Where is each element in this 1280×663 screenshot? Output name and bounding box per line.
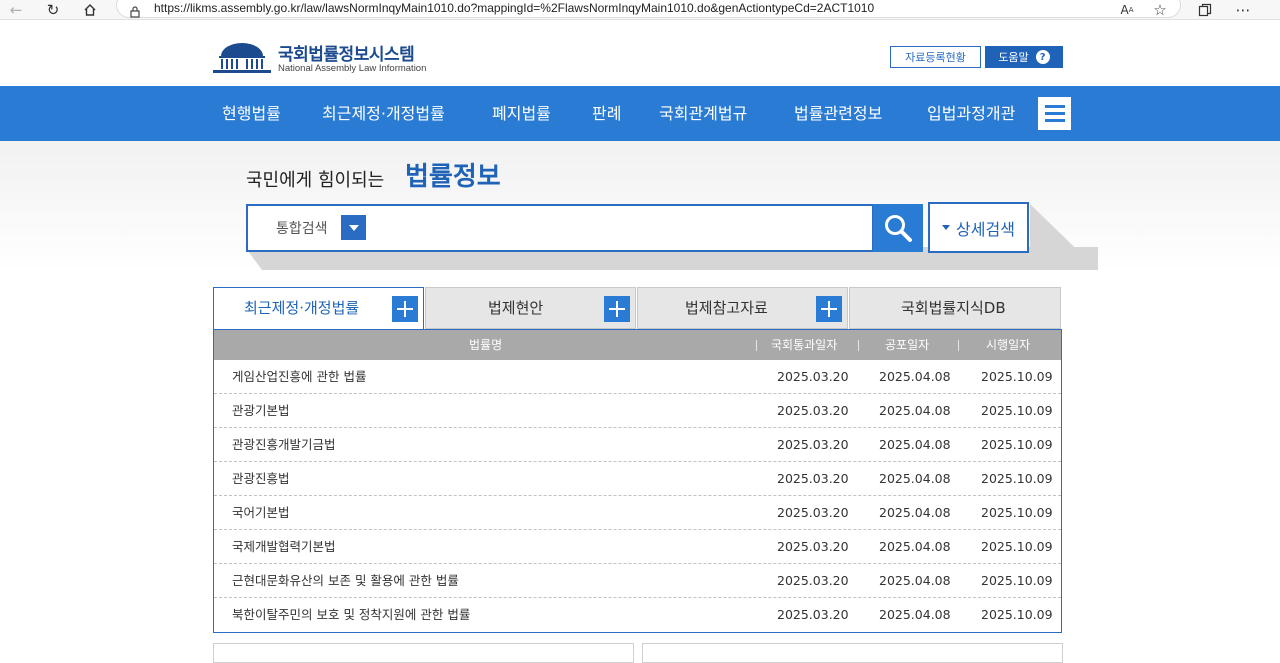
table-row[interactable]: 국제개발협력기본법 2025.03.20 2025.04.08 2025.10.09 xyxy=(214,530,1061,564)
col-promulgated-date: 공포일자 xyxy=(885,338,930,352)
site-subtitle: National Assembly Law Information xyxy=(278,63,427,74)
nav-precedents[interactable]: 판례 xyxy=(592,86,621,141)
passed-date: 2025.03.20 xyxy=(777,369,849,384)
nav-assembly-rules[interactable]: 국회관계법규 xyxy=(659,86,747,141)
nav-legal-info[interactable]: 법률관련정보 xyxy=(794,86,882,141)
more-icon[interactable]: ⋯ xyxy=(1231,0,1255,20)
effective-date: 2025.10.09 xyxy=(981,573,1053,588)
search-type-label[interactable]: 통합검색 xyxy=(276,218,328,238)
plus-icon[interactable] xyxy=(604,296,630,322)
law-name-link[interactable]: 관광기본법 xyxy=(232,394,290,428)
tab-label: 최근제정·개정법률 xyxy=(244,299,360,317)
refresh-icon[interactable]: ↻ xyxy=(41,0,65,20)
table-row[interactable]: 북한이탈주민의 보호 및 정착지원에 관한 법률 2025.03.20 2025.0… xyxy=(214,598,1061,632)
effective-date: 2025.10.09 xyxy=(981,505,1053,520)
home-icon[interactable] xyxy=(78,0,102,20)
table-row[interactable]: 관광진흥개발기금법 2025.03.20 2025.04.08 2025.10.09 xyxy=(214,428,1061,462)
main-nav: 현행법률 최근제정·개정법률 폐지법률 판례 국회관계법규 법률관련정보 입법과… xyxy=(0,86,1280,141)
header-separator xyxy=(858,340,859,351)
advanced-search-label: 상세검색 xyxy=(956,219,1015,239)
plus-icon[interactable] xyxy=(816,296,842,322)
col-law-name: 법률명 xyxy=(469,338,503,352)
nav-current-laws[interactable]: 현행법률 xyxy=(222,86,281,141)
nav-legislative-process[interactable]: 입법과정개관 xyxy=(927,86,1015,141)
passed-date: 2025.03.20 xyxy=(777,437,849,452)
col-effective-date: 시행일자 xyxy=(986,338,1031,352)
tab-reference-materials[interactable]: 법제참고자료 xyxy=(637,287,848,329)
tab-label: 국회법률지식DB xyxy=(901,299,1006,317)
hamburger-menu-icon[interactable] xyxy=(1038,97,1071,130)
passed-date: 2025.03.20 xyxy=(777,505,849,520)
passed-date: 2025.03.20 xyxy=(777,573,849,588)
advanced-search-button[interactable]: 상세검색 xyxy=(928,202,1029,253)
effective-date: 2025.10.09 xyxy=(981,539,1053,554)
promulgated-date: 2025.04.08 xyxy=(879,403,951,418)
promulgated-date: 2025.04.08 xyxy=(879,607,951,622)
col-passed-date: 국회통과일자 xyxy=(771,338,838,352)
help-button[interactable]: 도움말? xyxy=(985,46,1063,68)
tab-knowledge-db[interactable]: 국회법률지식DB xyxy=(849,287,1061,329)
table-row[interactable]: 관광진흥법 2025.03.20 2025.04.08 2025.10.09 xyxy=(214,462,1061,496)
tab-label: 법제참고자료 xyxy=(685,299,768,317)
search-type-dropdown-icon[interactable] xyxy=(341,215,366,240)
passed-date: 2025.03.20 xyxy=(777,539,849,554)
effective-date: 2025.10.09 xyxy=(981,471,1053,486)
search-button[interactable] xyxy=(873,204,923,252)
browser-toolbar: ← ↻ https://likms.assembly.go.kr/law/law… xyxy=(0,0,1280,20)
effective-date: 2025.10.09 xyxy=(981,607,1053,622)
table-row[interactable]: 근현대문화유산의 보존 및 활용에 관한 법률 2025.03.20 2025.04… xyxy=(214,564,1061,598)
tab-legal-issues[interactable]: 법제현안 xyxy=(425,287,636,329)
tagline-prefix: 국민에게 힘이되는 xyxy=(246,170,385,191)
tagline-emphasis: 법률정보 xyxy=(405,162,501,192)
help-icon: ? xyxy=(1035,50,1050,64)
nav-repealed-laws[interactable]: 폐지법률 xyxy=(492,86,551,141)
nav-recent-laws[interactable]: 최근제정·개정법률 xyxy=(322,86,445,141)
law-name-link[interactable]: 관광진흥법 xyxy=(232,462,290,496)
header-separator xyxy=(756,340,757,351)
promulgated-date: 2025.04.08 xyxy=(879,505,951,520)
passed-date: 2025.03.20 xyxy=(777,403,849,418)
bottom-panel-left xyxy=(213,643,634,663)
favorite-star-icon[interactable]: ☆ xyxy=(1148,0,1172,20)
effective-date: 2025.10.09 xyxy=(981,437,1053,452)
registration-status-button[interactable]: 자료등록현황 xyxy=(890,46,981,68)
collections-icon[interactable] xyxy=(1193,0,1217,20)
url-text[interactable]: https://likms.assembly.go.kr/law/lawsNor… xyxy=(154,1,874,15)
read-aloud-icon[interactable]: AA xyxy=(1115,0,1139,20)
tab-label: 법제현안 xyxy=(488,299,544,317)
site-header: 국회법률정보시스템 National Assembly Law Informat… xyxy=(0,20,1280,86)
bottom-panel-right xyxy=(642,643,1063,663)
tab-recent-laws[interactable]: 최근제정·개정법률 xyxy=(213,287,424,330)
passed-date: 2025.03.20 xyxy=(777,607,849,622)
magnifier-icon xyxy=(885,215,912,242)
promulgated-date: 2025.04.08 xyxy=(879,471,951,486)
registration-status-label: 자료등록현황 xyxy=(905,51,966,64)
table-header: 법률명 국회통과일자 공포일자 시행일자 xyxy=(214,330,1061,360)
header-separator xyxy=(958,340,959,351)
assembly-logo-icon[interactable] xyxy=(213,40,271,74)
back-icon[interactable]: ← xyxy=(4,0,28,20)
promulgated-date: 2025.04.08 xyxy=(879,369,951,384)
site-title[interactable]: 국회법률정보시스템 xyxy=(278,40,415,65)
table-row[interactable]: 관광기본법 2025.03.20 2025.04.08 2025.10.09 xyxy=(214,394,1061,428)
table-row[interactable]: 게임산업진흥에 관한 법률 2025.03.20 2025.04.08 2025.10… xyxy=(214,360,1061,394)
caret-down-icon xyxy=(942,225,951,230)
law-name-link[interactable]: 북한이탈주민의 보호 및 정착지원에 관한 법률 xyxy=(232,598,470,632)
plus-icon[interactable] xyxy=(392,296,418,322)
law-name-link[interactable]: 게임산업진흥에 관한 법률 xyxy=(232,360,366,394)
effective-date: 2025.10.09 xyxy=(981,369,1053,384)
lock-icon[interactable] xyxy=(130,3,140,18)
help-label: 도움말 xyxy=(998,51,1029,64)
law-name-link[interactable]: 근현대문화유산의 보존 및 활용에 관한 법률 xyxy=(232,564,459,598)
promulgated-date: 2025.04.08 xyxy=(879,437,951,452)
effective-date: 2025.10.09 xyxy=(981,403,1053,418)
law-name-link[interactable]: 관광진흥개발기금법 xyxy=(232,428,336,462)
table-row[interactable]: 국어기본법 2025.03.20 2025.04.08 2025.10.09 xyxy=(214,496,1061,530)
promulgated-date: 2025.04.08 xyxy=(879,573,951,588)
promulgated-date: 2025.04.08 xyxy=(879,539,951,554)
recent-laws-table: 법률명 국회통과일자 공포일자 시행일자 게임산업진흥에 관한 법률 2025.0… xyxy=(213,329,1062,633)
law-name-link[interactable]: 국제개발협력기본법 xyxy=(232,530,336,564)
law-name-link[interactable]: 국어기본법 xyxy=(232,496,290,530)
passed-date: 2025.03.20 xyxy=(777,471,849,486)
